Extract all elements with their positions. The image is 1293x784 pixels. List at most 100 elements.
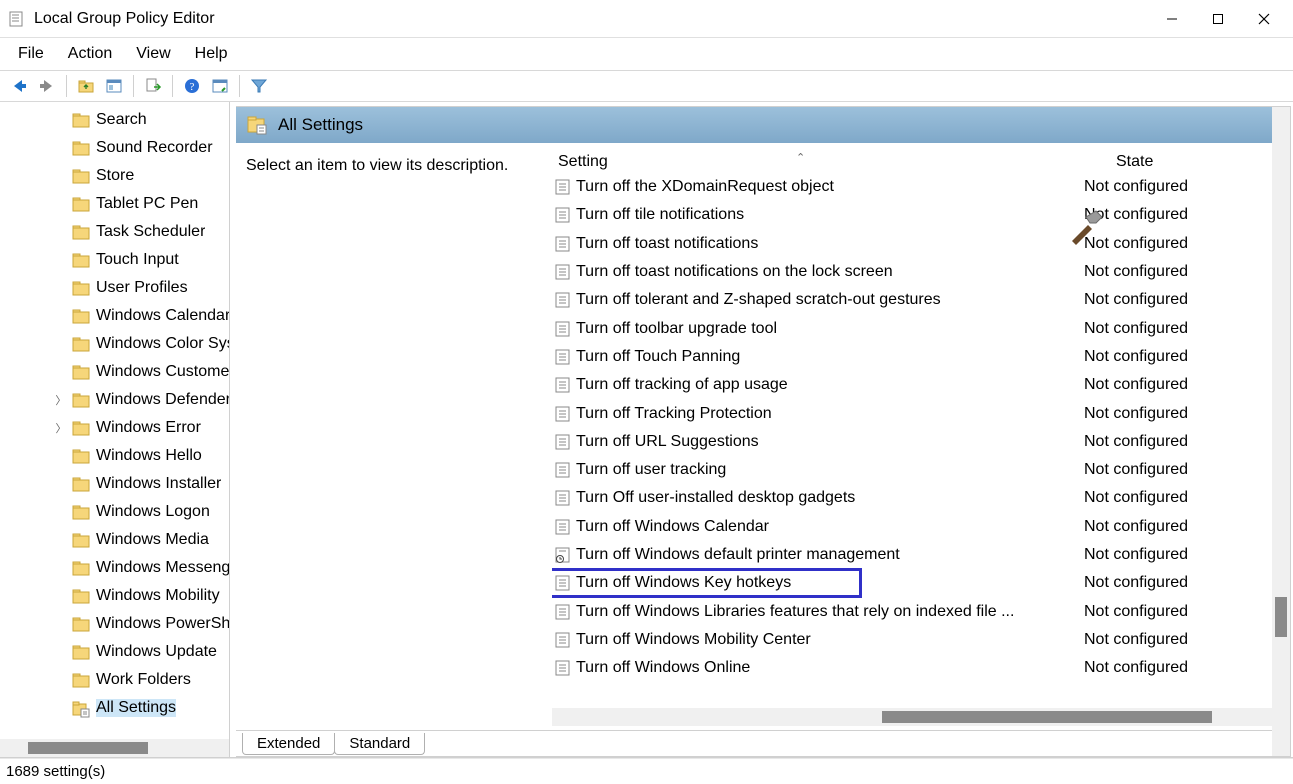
folder-icon <box>72 560 90 576</box>
maximize-button[interactable] <box>1195 3 1241 35</box>
tree-item-label: Search <box>96 111 147 129</box>
minimize-button[interactable] <box>1149 3 1195 35</box>
close-button[interactable] <box>1241 3 1287 35</box>
setting-row[interactable]: Turn off user trackingNot configured <box>552 456 1290 484</box>
tree-item-label: Windows Error <box>96 419 201 437</box>
tree-item[interactable]: Windows Media <box>0 526 229 554</box>
setting-state: Not configured <box>1084 291 1244 309</box>
tree-item[interactable]: Windows Messenger <box>0 554 229 582</box>
menu-file[interactable]: File <box>8 41 54 67</box>
setting-row[interactable]: Turn off Windows default printer managem… <box>552 541 1290 569</box>
properties-button[interactable] <box>207 73 233 99</box>
tree-item-all-settings[interactable]: All Settings <box>0 694 229 722</box>
expand-caret-icon[interactable]: 〉 <box>54 392 68 408</box>
show-hide-tree-button[interactable] <box>101 73 127 99</box>
help-button[interactable]: ? <box>179 73 205 99</box>
setting-row[interactable]: Turn off tracking of app usageNot config… <box>552 371 1290 399</box>
column-header-state[interactable]: State <box>1086 153 1236 171</box>
setting-icon <box>554 178 572 196</box>
setting-row[interactable]: Turn off Windows OnlineNot configured <box>552 654 1290 682</box>
settings-list[interactable]: Turn off the XDomainRequest objectNot co… <box>552 173 1290 708</box>
setting-row[interactable]: Turn off toast notifications on the lock… <box>552 258 1290 286</box>
tree-item[interactable]: 〉 Windows Error <box>0 414 229 442</box>
tree-item[interactable]: Windows Update <box>0 638 229 666</box>
setting-name: Turn off Windows Mobility Center <box>576 631 1084 649</box>
tree-item-label: Windows Mobility <box>96 587 220 605</box>
menu-view[interactable]: View <box>126 41 180 67</box>
tree-item[interactable]: Search <box>0 106 229 134</box>
tab-extended[interactable]: Extended <box>242 733 335 755</box>
tree-item[interactable]: Windows Calendar <box>0 302 229 330</box>
setting-name: Turn off Windows Key hotkeys <box>576 574 1084 592</box>
toolbar: ? <box>0 70 1293 102</box>
tree-item[interactable]: Task Scheduler <box>0 218 229 246</box>
tree-item[interactable]: Windows Installer <box>0 470 229 498</box>
tree-item[interactable]: Windows Hello <box>0 442 229 470</box>
setting-row[interactable]: Turn off URL SuggestionsNot configured <box>552 428 1290 456</box>
setting-state: Not configured <box>1084 603 1244 621</box>
export-list-button[interactable] <box>140 73 166 99</box>
folder-icon <box>72 224 90 240</box>
setting-row[interactable]: Turn Off user-installed desktop gadgetsN… <box>552 484 1290 512</box>
setting-icon <box>554 405 572 423</box>
right-vertical-scrollbar[interactable] <box>1272 107 1290 756</box>
tree-item[interactable]: Sound Recorder <box>0 134 229 162</box>
tree-item[interactable]: User Profiles <box>0 274 229 302</box>
status-count: 1689 setting(s) <box>6 763 105 780</box>
folder-icon <box>72 448 90 464</box>
setting-row[interactable]: Turn off tolerant and Z-shaped scratch-o… <box>552 286 1290 314</box>
tree-item[interactable]: Windows Color System <box>0 330 229 358</box>
setting-row[interactable]: Turn off tile notificationsNot configure… <box>552 201 1290 229</box>
setting-state: Not configured <box>1084 178 1244 196</box>
tree-item[interactable]: 〉Windows Defender <box>0 386 229 414</box>
tree-item[interactable]: Work Folders <box>0 666 229 694</box>
setting-row[interactable]: Turn off Windows CalendarNot configured <box>552 513 1290 541</box>
right-pane-header: All Settings <box>236 107 1290 143</box>
tree-item-label: Tablet PC Pen <box>96 195 198 213</box>
all-settings-icon <box>246 114 268 136</box>
setting-row[interactable]: Turn off toast notificationsNot configur… <box>552 230 1290 258</box>
tree-item[interactable]: Store <box>0 162 229 190</box>
tree-horizontal-scrollbar[interactable] <box>0 739 229 757</box>
tree-item[interactable]: Windows PowerShell <box>0 610 229 638</box>
all-settings-icon <box>72 700 90 716</box>
hammer-icon <box>1066 207 1106 247</box>
tree-item-label: Windows Update <box>96 643 217 661</box>
setting-row[interactable]: Turn off Touch PanningNot configured <box>552 343 1290 371</box>
tab-standard[interactable]: Standard <box>334 733 425 755</box>
folder-icon <box>72 168 90 184</box>
right-pane: All Settings Select an item to view its … <box>236 106 1291 757</box>
forward-button[interactable] <box>34 73 60 99</box>
menu-action[interactable]: Action <box>58 41 122 67</box>
setting-row[interactable]: Turn off toolbar upgrade toolNot configu… <box>552 314 1290 342</box>
setting-state: Not configured <box>1084 206 1244 224</box>
up-folder-button[interactable] <box>73 73 99 99</box>
setting-row[interactable]: Turn off Windows Mobility CenterNot conf… <box>552 626 1290 654</box>
list-horizontal-scrollbar[interactable] <box>552 708 1290 726</box>
setting-icon <box>554 206 572 224</box>
setting-state: Not configured <box>1084 659 1244 677</box>
tree-item[interactable]: Windows Customer <box>0 358 229 386</box>
setting-state: Not configured <box>1084 461 1244 479</box>
menu-help[interactable]: Help <box>185 41 238 67</box>
setting-icon <box>554 291 572 309</box>
setting-row[interactable]: Turn off the XDomainRequest objectNot co… <box>552 173 1290 201</box>
setting-name: Turn off tolerant and Z-shaped scratch-o… <box>576 291 1084 309</box>
folder-icon <box>72 476 90 492</box>
tree-item[interactable]: Windows Mobility <box>0 582 229 610</box>
expand-caret-icon[interactable]: 〉 <box>54 420 68 436</box>
column-header-setting[interactable]: Setting ⌃ <box>552 153 1086 171</box>
setting-row[interactable]: Turn off Windows Key hotkeysNot configur… <box>552 569 1290 597</box>
setting-icon <box>554 433 572 451</box>
setting-row[interactable]: Turn off Tracking ProtectionNot configur… <box>552 399 1290 427</box>
tree-item[interactable]: Touch Input <box>0 246 229 274</box>
tree-list[interactable]: Search Sound RecorderStore Tablet PC Pen Ta… <box>0 102 229 739</box>
filter-button[interactable] <box>246 73 272 99</box>
setting-row[interactable]: Turn off Windows Libraries features that… <box>552 597 1290 625</box>
back-button[interactable] <box>6 73 32 99</box>
tree-item[interactable]: Tablet PC Pen <box>0 190 229 218</box>
tree-item-label: Touch Input <box>96 251 179 269</box>
folder-icon <box>72 336 90 352</box>
setting-name: Turn off Windows default printer managem… <box>576 546 1084 564</box>
tree-item[interactable]: Windows Logon <box>0 498 229 526</box>
